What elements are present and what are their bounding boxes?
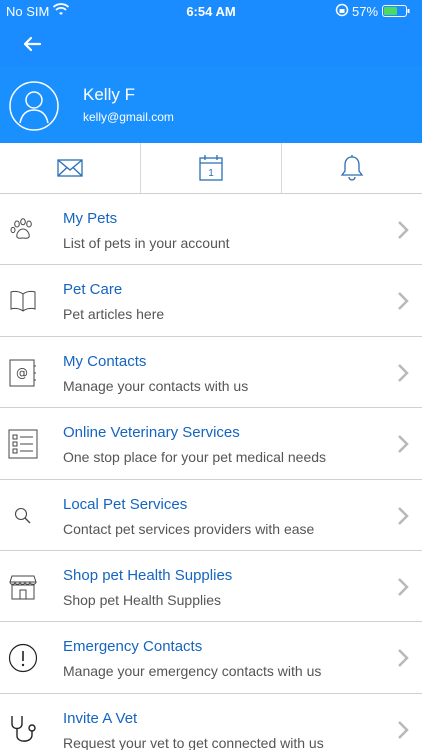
calendar-button[interactable]: 1 — [141, 143, 282, 193]
stethoscope-icon — [8, 715, 38, 745]
menu-item-my-pets[interactable]: My Pets List of pets in your account — [0, 194, 422, 266]
menu-subtitle: Pet articles here — [63, 306, 165, 323]
chevron-right-icon — [398, 363, 409, 382]
menu-item-pet-care[interactable]: Pet Care Pet articles here — [0, 265, 422, 337]
mail-icon — [57, 159, 83, 177]
bell-icon — [340, 155, 364, 181]
menu-title: Shop pet Health Supplies — [63, 566, 233, 584]
menu-title: Invite A Vet — [63, 709, 138, 727]
chevron-right-icon — [398, 506, 409, 525]
menu-list: My Pets List of pets in your account Pet… — [0, 194, 422, 750]
menu-title: Online Veterinary Services — [63, 424, 240, 442]
chevron-right-icon — [398, 292, 409, 311]
menu-subtitle: Manage your contacts with us — [63, 377, 249, 394]
status-bar: No SIM 6:54 AM 57% — [0, 0, 422, 22]
quick-actions-bar: 1 — [0, 143, 422, 194]
menu-item-emergency-contacts[interactable]: Emergency Contacts Manage your emergency… — [0, 622, 422, 694]
menu-title: Emergency Contacts — [63, 638, 203, 656]
menu-item-shop-pet-health-supplies[interactable]: Shop pet Health Supplies Shop pet Health… — [0, 550, 422, 623]
menu-subtitle: Contact pet services providers with ease — [63, 520, 315, 537]
profile-header: Kelly F kelly@gmail.com — [0, 66, 422, 143]
chevron-right-icon — [398, 435, 409, 454]
menu-subtitle: List of pets in your account — [63, 235, 230, 251]
battery-icon — [382, 5, 410, 17]
nav-bar — [0, 22, 422, 66]
messages-button[interactable] — [0, 143, 141, 193]
menu-title: My Contacts — [63, 352, 147, 370]
alert-icon — [8, 643, 38, 673]
svg-text:@: @ — [16, 366, 28, 380]
chevron-right-icon — [398, 221, 409, 239]
menu-title: Local Pet Services — [63, 495, 188, 513]
menu-item-my-contacts[interactable]: @ My Contacts Manage your contacts with … — [0, 336, 422, 409]
paw-icon — [8, 215, 38, 245]
battery-percent: 57% — [352, 4, 379, 19]
profile-name: Kelly F — [83, 85, 135, 104]
rotation-lock-icon — [335, 3, 349, 17]
profile-email: kelly@gmail.com — [83, 110, 174, 124]
menu-subtitle: Request your vet to get connected with u… — [63, 734, 324, 750]
chevron-right-icon — [398, 720, 409, 739]
notifications-button[interactable] — [282, 143, 422, 193]
menu-subtitle: Shop pet Health Supplies — [63, 591, 221, 608]
chevron-right-icon — [398, 649, 409, 668]
book-icon — [8, 286, 38, 316]
calendar-icon: 1 — [199, 155, 223, 181]
menu-title: My Pets — [63, 210, 118, 227]
menu-item-local-pet-services[interactable]: Local Pet Services Contact pet services … — [0, 479, 422, 551]
menu-title: Pet Care — [63, 281, 123, 299]
chevron-right-icon — [398, 578, 409, 596]
menu-item-invite-a-vet[interactable]: Invite A Vet Request your vet to get con… — [0, 693, 422, 750]
back-arrow-icon[interactable] — [18, 32, 46, 56]
address-book-icon: @ — [8, 358, 38, 388]
store-icon — [8, 572, 38, 602]
menu-subtitle: One stop place for your pet medical need… — [63, 449, 327, 466]
list-icon — [8, 429, 38, 459]
avatar-icon[interactable] — [9, 81, 59, 131]
calendar-day: 1 — [208, 168, 214, 179]
menu-item-online-veterinary-services[interactable]: Online Veterinary Services One stop plac… — [0, 408, 422, 480]
menu-subtitle: Manage your emergency contacts with us — [63, 663, 322, 680]
search-icon — [8, 501, 38, 531]
